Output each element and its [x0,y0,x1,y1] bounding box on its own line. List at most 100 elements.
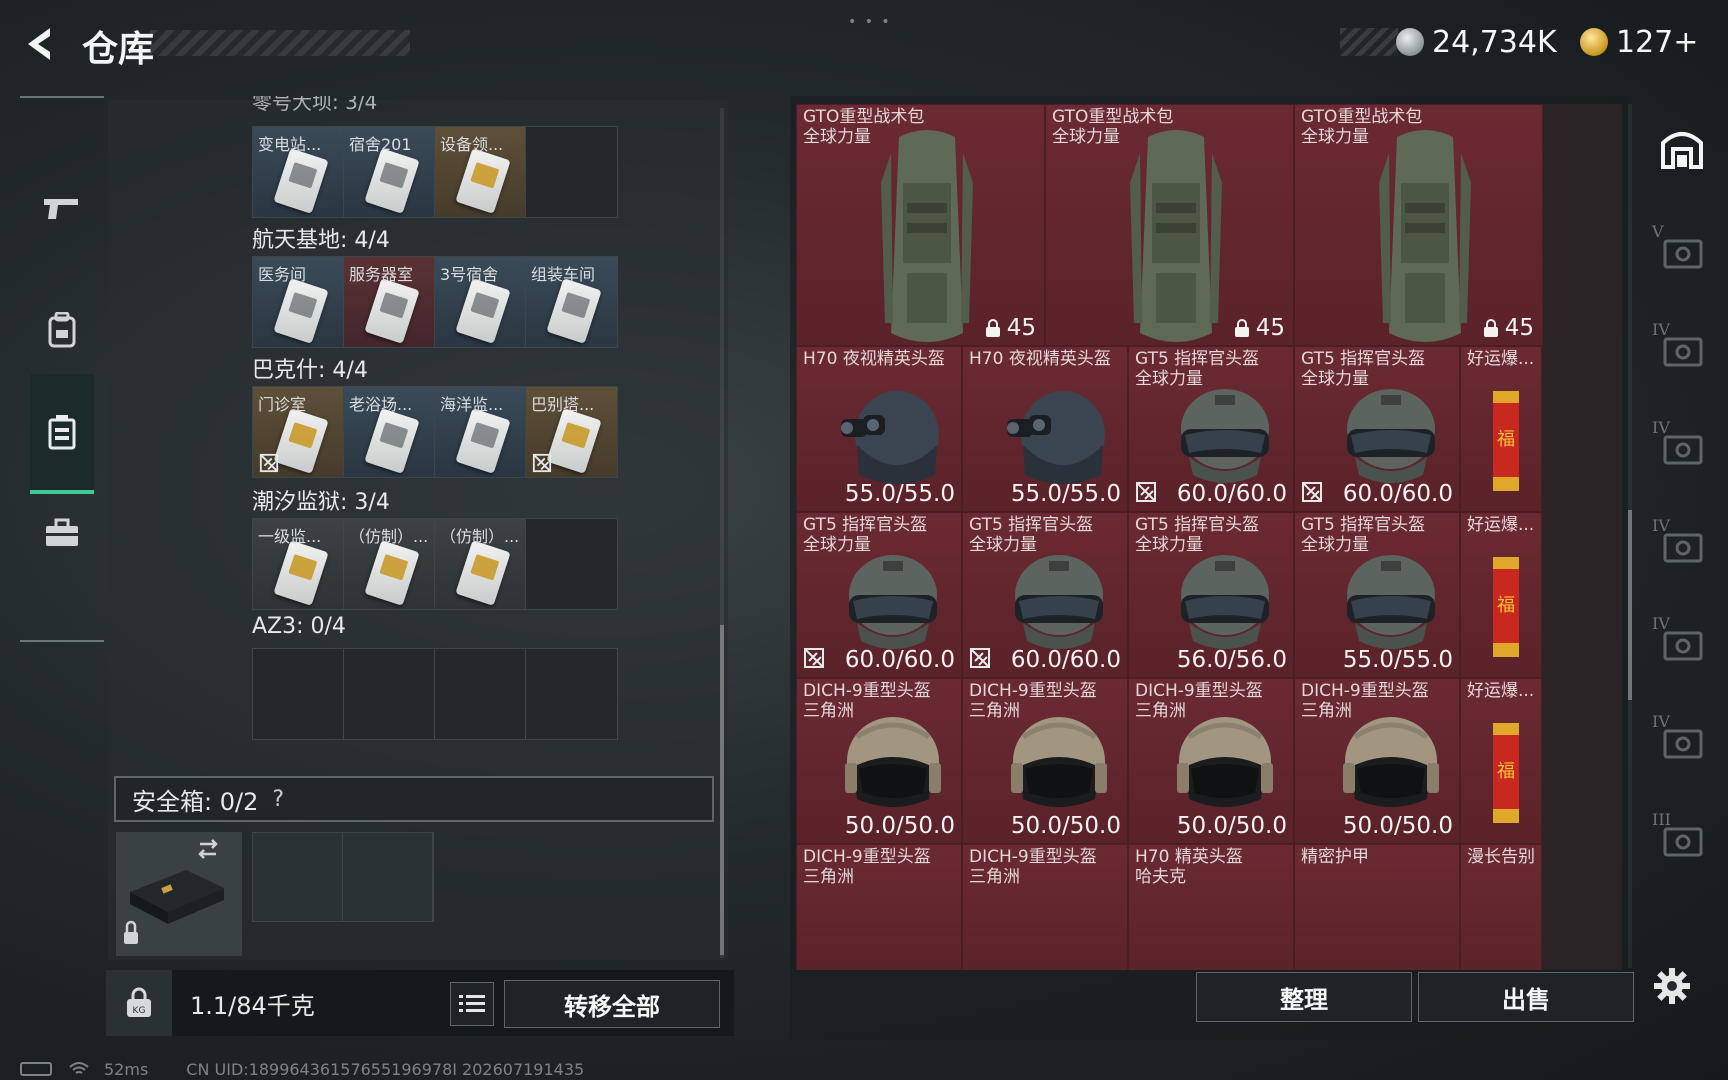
empty-slot[interactable] [526,127,617,217]
keycard-slot[interactable]: 设备领... [435,127,526,217]
storage-tab-7[interactable]: IV [1650,706,1714,776]
storage-nav: V IV IV IV IV IV III [1640,104,1724,964]
inventory-scroll-thumb[interactable] [720,625,724,955]
keycard-slot[interactable]: 巴别塔... [526,387,617,477]
keycard-slot[interactable]: 门诊室 [253,387,344,477]
gold-currency[interactable]: 127+ [1580,22,1698,62]
top-bar: 仓库 • • • 24,734K 127+ [0,0,1728,96]
stash-item-helmet[interactable]: H70 夜视精英头盔 55.0/55.0 [796,346,962,512]
keycard-slot[interactable]: 一级监... [253,519,344,609]
keycard-slot[interactable]: （仿制）... [344,519,435,609]
sort-button[interactable]: 整理 [1196,972,1412,1022]
keycard-icon [546,408,602,474]
keycard-name: 门诊室 [258,395,307,414]
safe-box-item[interactable] [116,832,242,956]
no-trade-icon [1136,482,1156,502]
nav-keys[interactable] [30,374,94,494]
back-arrow-icon [28,28,50,60]
item-brand: 全球力量 [1135,535,1203,555]
stash-item-helmet[interactable]: GT5 指挥官头盔 全球力量 55.0/55.0 [1294,512,1460,678]
stash-grid[interactable]: GTO重型战术包 全球力量 45 GTO重型战术包 全球力量 45 GTO重型战术包 全球力量… [796,104,1622,970]
stash-scroll-thumb[interactable] [1628,510,1632,700]
storage-tab-5[interactable]: IV [1650,510,1714,580]
storage-tab-2[interactable]: V [1650,216,1714,286]
keycard-slot[interactable]: 3号宿舍 [435,257,526,347]
storage-tab-4[interactable]: IV [1650,412,1714,482]
nav-gear[interactable] [30,276,94,384]
stash-item-firework[interactable]: 好运爆... 福 [1460,346,1542,512]
stash-item[interactable]: 精密护甲 [1294,844,1460,970]
stash-item-helmet[interactable]: DICH-9重型头盔 三角洲 50.0/50.0 [1294,678,1460,844]
firework-icon: 福 [1493,557,1519,657]
night-vision-helmet-icon [841,391,939,484]
keycard-slot[interactable]: 组装车间 [526,257,617,347]
empty-slot[interactable] [435,649,526,739]
silver-amount: 24,734K [1432,24,1557,60]
empty-slot[interactable] [526,519,617,609]
stash-item-helmet[interactable]: DICH-9重型头盔 三角洲 50.0/50.0 [1128,678,1294,844]
keycard-slot[interactable]: 宿舍201 [344,127,435,217]
keycard-slot[interactable]: 服务器室 [344,257,435,347]
nav-cases[interactable] [30,498,94,568]
weight-lock[interactable]: KG [106,970,172,1036]
firework-icon: 福 [1493,723,1519,823]
keycard-icon [364,408,420,474]
item-name: 漫长告别 [1467,847,1535,867]
stash-item-helmet[interactable]: DICH-9重型头盔 三角洲 50.0/50.0 [796,678,962,844]
item-name: 好运爆... [1467,349,1535,369]
keycard-slot[interactable]: 变电站... [253,127,344,217]
transfer-all-button[interactable]: 转移全部 [504,980,720,1028]
keycard-icon [546,278,602,344]
storage-tab-1[interactable] [1650,114,1714,184]
help-icon[interactable]: ? [272,787,284,812]
keycard-slot[interactable]: 海洋监... [435,387,526,477]
settings-button[interactable] [1652,966,1692,1006]
item-name: DICH-9重型头盔 [1301,681,1429,701]
empty-slot[interactable] [344,649,435,739]
stash-item-firework[interactable]: 好运爆... 福 [1460,678,1542,844]
commander-helmet-icon [1347,389,1435,483]
stash-item-backpack[interactable]: GTO重型战术包 全球力量 45 [796,104,1045,346]
storage-tab-6[interactable]: IV [1650,608,1714,678]
empty-slot[interactable] [253,649,344,739]
stash-item-helmet[interactable]: GT5 指挥官头盔 全球力量 60.0/60.0 [962,512,1128,678]
stash-item-helmet[interactable]: GT5 指挥官头盔 全球力量 56.0/56.0 [1128,512,1294,678]
storage-tab-3[interactable]: IV [1650,314,1714,384]
keycard-slot[interactable]: （仿制）... [435,519,526,609]
stash-item-helmet[interactable]: GT5 指挥官头盔 全球力量 60.0/60.0 [796,512,962,678]
keycard-name: 宿舍201 [349,135,412,154]
stash-item-backpack[interactable]: GTO重型战术包 全球力量 45 [1045,104,1294,346]
keycard-name: 组装车间 [531,265,596,284]
status-bar: 52ms CN UID:18996436157655196978I 202607… [20,1058,584,1080]
stash-item-backpack[interactable]: GTO重型战术包 全球力量 45 [1294,104,1543,346]
tier-label: IV [1652,516,1670,535]
safe-slot[interactable] [253,833,343,921]
keycard-slot[interactable]: 医务间 [253,257,344,347]
sell-button[interactable]: 出售 [1418,972,1634,1022]
group-label: 潮汐监狱: 3/4 [252,490,390,515]
back-button[interactable] [18,22,62,66]
nav-weapons[interactable] [30,148,94,268]
stash-item-helmet[interactable]: GT5 指挥官头盔 全球力量 60.0/60.0 [1128,346,1294,512]
safe-slot[interactable] [343,833,433,921]
commander-helmet-icon [849,555,937,649]
stash-item-helmet[interactable]: DICH-9重型头盔 三角洲 50.0/50.0 [962,678,1128,844]
stash-item[interactable]: 漫长告别 [1460,844,1542,970]
stash-item-helmet[interactable]: H70 夜视精英头盔 55.0/55.0 [962,346,1128,512]
stash-item-helmet[interactable]: GT5 指挥官头盔 全球力量 60.0/60.0 [1294,346,1460,512]
ping-value: 52ms [104,1059,149,1079]
keycard-slot[interactable]: 老浴场... [344,387,435,477]
item-brand: 三角洲 [1301,701,1352,721]
stash-item[interactable]: DICH-9重型头盔 三角洲 [796,844,962,970]
stash-item-firework[interactable]: 好运爆... 福 [1460,512,1542,678]
list-view-button[interactable] [450,982,494,1026]
stash-item[interactable]: DICH-9重型头盔 三角洲 [962,844,1128,970]
heavy-helmet-icon [845,717,941,807]
gold-amount: 127+ [1616,24,1699,60]
stash-item[interactable]: H70 精英头盔 哈夫克 [1128,844,1294,970]
storage-tab-8[interactable]: III [1650,804,1714,874]
durability-value: 50.0/50.0 [844,813,955,839]
empty-slot[interactable] [526,649,617,739]
silver-currency[interactable]: 24,734K [1396,22,1557,62]
tier-label: IV [1652,418,1670,437]
